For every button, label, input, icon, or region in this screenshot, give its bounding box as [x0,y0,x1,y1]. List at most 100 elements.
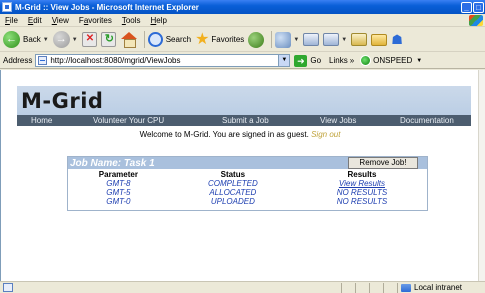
back-button[interactable]: ← Back ▼ [3,31,49,48]
address-field[interactable]: http://localhost:8080/mgrid/ViewJobs ▼ [35,54,291,67]
onspeed-dropdown-icon[interactable]: ▼ [416,58,422,64]
table-row: GMT-5 ALLOCATED NO RESULTS [68,188,427,197]
status-bar: Local intranet [0,281,485,293]
onspeed-button[interactable]: ONSPEED ▼ [360,55,422,66]
research-icon [371,33,388,46]
address-dropdown-icon[interactable]: ▼ [278,55,290,66]
window-title: M-Grid :: View Jobs - Microsoft Internet… [15,2,199,12]
stop-icon [81,32,97,47]
column-header-parameter: Parameter [98,170,138,179]
history-icon [275,31,292,48]
toolbar-separator [271,31,273,48]
links-chevron-icon[interactable]: » [350,56,354,65]
edit-button[interactable] [351,33,368,46]
parameter-cell: GMT-8 [106,179,131,188]
menu-favorites[interactable]: Favorites [74,16,117,25]
job-table: Parameter Status Results GMT-8 COMPLETED… [68,170,427,206]
mail-icon [303,33,320,46]
favorites-label: Favorites [211,35,245,44]
address-label: Address [3,56,33,65]
back-label: Back [23,35,41,44]
print-button[interactable]: ▼ [323,33,347,46]
menu-edit[interactable]: Edit [23,16,47,25]
forward-arrow-icon: → [52,31,70,48]
go-label: Go [310,56,322,65]
history-button[interactable]: ▼ [275,31,299,48]
address-url[interactable]: http://localhost:8080/mgrid/ViewJobs [50,56,278,65]
column-header-results: Results [347,170,377,179]
zone-label: Local intranet [414,283,463,292]
menu-view[interactable]: View [47,16,74,25]
status-cell: UPLOADED [210,197,255,206]
page-icon [38,56,48,65]
title-bar: M-Grid :: View Jobs - Microsoft Internet… [0,0,485,14]
research-button[interactable] [371,33,388,46]
ie-page-icon [2,2,12,12]
job-panel: Job Name: Task 1 Remove Job! Parameter S… [67,156,428,211]
status-cell: COMPLETED [207,179,258,188]
onspeed-icon [360,55,372,66]
print-icon [323,33,340,46]
nav-documentation[interactable]: Documentation [400,116,454,125]
forward-dropdown-icon[interactable]: ▼ [72,37,78,43]
status-panel [369,282,383,293]
nav-home[interactable]: Home [31,116,52,125]
welcome-message: Welcome to M-Grid. You are signed in as … [1,130,479,139]
site-nav: Home Volunteer Your CPU Submit a Job Vie… [17,115,471,126]
toolbar-separator [143,31,145,48]
menu-help[interactable]: Help [146,16,172,25]
menu-tools[interactable]: Tools [117,16,146,25]
view-results-link[interactable]: View Results [339,179,385,188]
refresh-button[interactable] [100,32,116,47]
nav-view-jobs[interactable]: View Jobs [320,116,356,125]
messenger-button[interactable]: ☗ [391,32,403,48]
job-name: Job Name: Task 1 [70,158,155,169]
status-cell: ALLOCATED [209,188,257,197]
stop-button[interactable] [81,32,97,47]
minimize-button[interactable]: _ [461,1,472,13]
search-icon [147,32,163,47]
favorites-star-icon: ★ [195,31,210,48]
search-button[interactable]: Search [147,32,192,47]
status-panel [355,282,369,293]
address-bar: Address http://localhost:8080/mgrid/View… [0,53,485,69]
status-page-icon [3,283,13,292]
print-dropdown-icon[interactable]: ▼ [341,37,347,43]
search-label: Search [165,35,192,44]
intranet-zone-icon [401,283,411,292]
links-button[interactable]: Links [329,56,348,65]
table-row: GMT-8 COMPLETED View Results [68,179,427,188]
nav-volunteer-cpu[interactable]: Volunteer Your CPU [93,116,164,125]
site-logo: M-Grid [21,89,104,113]
go-arrow-icon: ➜ [294,54,308,67]
back-dropdown-icon[interactable]: ▼ [43,37,49,43]
results-cell: NO RESULTS [336,197,388,206]
media-icon [248,31,265,48]
menu-file[interactable]: File [0,16,23,25]
messenger-people-icon: ☗ [391,31,403,47]
history-dropdown-icon[interactable]: ▼ [293,37,299,43]
favorites-button[interactable]: ★ Favorites [195,31,245,48]
onspeed-label: ONSPEED [373,56,413,65]
vertical-scrollbar[interactable] [478,70,485,281]
remove-job-button[interactable]: Remove Job! [348,157,418,169]
refresh-icon [100,32,116,47]
nav-submit-job[interactable]: Submit a Job [222,116,269,125]
column-header-status: Status [220,170,246,179]
security-zone: Local intranet [397,282,485,293]
forward-button[interactable]: → ▼ [52,31,78,48]
results-cell: View Results [297,179,427,188]
results-cell: NO RESULTS [336,188,388,197]
go-button[interactable]: ➜ Go [294,54,322,67]
maximize-button[interactable]: □ [473,1,484,13]
page-content: M-Grid Home Volunteer Your CPU Submit a … [0,70,478,281]
home-button[interactable] [120,32,137,48]
parameter-cell: GMT-0 [106,197,131,206]
status-panel [341,282,355,293]
sign-out-link[interactable]: Sign out [311,130,340,139]
menu-bar: File Edit View Favorites Tools Help [0,14,485,27]
welcome-text: Welcome to M-Grid. You are signed in as … [139,130,309,139]
media-button[interactable] [248,31,265,48]
mail-button[interactable] [303,33,320,46]
toolbar: ← Back ▼ → ▼ Search ★ Favorites ▼ ▼ ☗ [0,28,485,52]
